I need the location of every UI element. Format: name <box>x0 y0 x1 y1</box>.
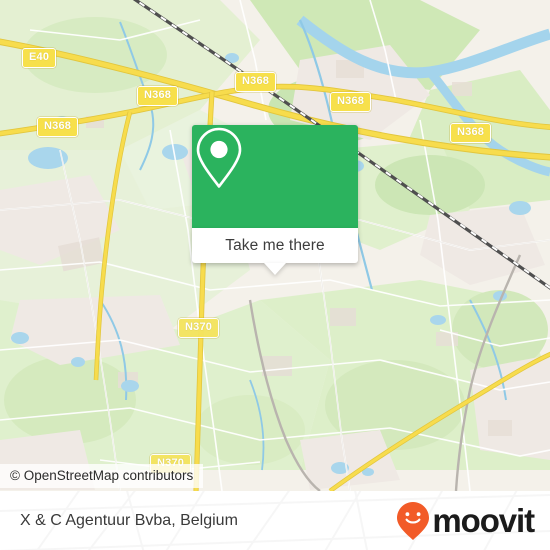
callout-pointer-tail <box>264 263 286 275</box>
map-screenshot: E40 N368 N368 N368 N368 N368 N370 N370 ©… <box>0 0 550 550</box>
road-shield-n370-a: N370 <box>178 318 220 338</box>
place-name: X & C Agentuur Bvba, Belgium <box>20 511 238 529</box>
moovit-brand[interactable]: moovit <box>396 501 535 541</box>
moovit-wordmark: moovit <box>432 502 535 539</box>
callout-icon-panel <box>192 125 358 228</box>
map-pin-icon <box>196 127 242 188</box>
road-shield-n368-d: N368 <box>37 117 79 137</box>
location-callout-card[interactable]: Take me there <box>192 125 358 275</box>
road-shield-e40: E40 <box>22 48 57 68</box>
map-attribution[interactable]: © OpenStreetMap contributors <box>0 464 204 488</box>
road-shield-n368-c: N368 <box>330 92 372 112</box>
take-me-there-label: Take me there <box>225 236 325 254</box>
road-shield-n368-b: N368 <box>235 72 277 92</box>
map-canvas[interactable]: E40 N368 N368 N368 N368 N368 N370 N370 ©… <box>0 0 550 491</box>
road-shield-n368-a: N368 <box>137 86 179 106</box>
moovit-smiley-pin-icon <box>397 501 430 540</box>
road-shield-n368-e: N368 <box>450 123 492 143</box>
take-me-there-button[interactable]: Take me there <box>192 228 358 275</box>
footer-bar: X & C Agentuur Bvba, Belgium moovit <box>0 491 550 550</box>
